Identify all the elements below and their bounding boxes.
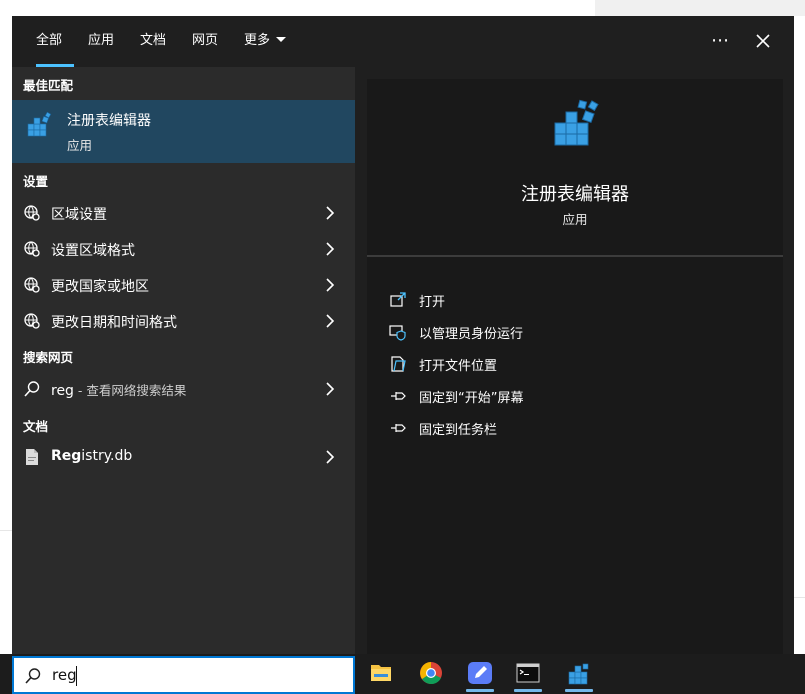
open-file-location-action[interactable]: 打开文件位置 bbox=[387, 352, 767, 376]
settings-item[interactable]: 更改国家或地区 bbox=[12, 268, 355, 302]
chevron-right-icon bbox=[326, 450, 335, 464]
taskbar-terminal[interactable] bbox=[511, 656, 545, 692]
best-match-type: 应用 bbox=[67, 138, 93, 153]
taskbar-file-explorer[interactable] bbox=[364, 656, 398, 692]
open-file-location-label: 打开文件位置 bbox=[419, 359, 498, 374]
registry-editor-icon bbox=[568, 663, 589, 685]
registry-editor-icon bbox=[554, 99, 599, 146]
settings-item-label: 更改国家或地区 bbox=[51, 279, 149, 295]
search-panel-header: 全部 应用 文档 网页 更多 ⋯ bbox=[12, 16, 794, 67]
notes-app-icon bbox=[468, 662, 492, 684]
settings-heading: 设置 bbox=[23, 174, 49, 189]
globe-settings-icon bbox=[24, 277, 40, 293]
folder-open-icon bbox=[391, 356, 406, 372]
taskbar-registry-editor[interactable] bbox=[562, 656, 596, 692]
taskbar-search-input[interactable]: reg bbox=[12, 656, 355, 694]
document-name-rest: istry.db bbox=[81, 448, 133, 464]
web-search-suffix: - 查看网络搜索结果 bbox=[73, 383, 187, 398]
globe-settings-icon bbox=[24, 241, 40, 257]
globe-settings-icon bbox=[24, 205, 40, 221]
registry-editor-icon bbox=[27, 112, 52, 137]
globe-settings-icon bbox=[24, 313, 40, 329]
chevron-right-icon bbox=[326, 314, 335, 328]
tab-documents[interactable]: 文档 bbox=[140, 30, 166, 52]
tab-more[interactable]: 更多 bbox=[244, 30, 287, 52]
search-icon bbox=[25, 668, 41, 684]
web-search-query: reg bbox=[51, 383, 74, 399]
open-action[interactable]: 打开 bbox=[387, 288, 767, 312]
results-list: 最佳匹配 注册表编辑器 应用 设置 区域设置 设置区域格式 更改国家或地区 更改… bbox=[12, 67, 355, 654]
details-app-type: 应用 bbox=[562, 212, 588, 227]
chevron-down-icon bbox=[276, 37, 287, 42]
tab-more-label: 更多 bbox=[244, 33, 271, 48]
settings-item-label: 设置区域格式 bbox=[51, 243, 135, 259]
document-name-match: Reg bbox=[51, 448, 82, 464]
open-icon bbox=[390, 292, 406, 307]
chrome-icon bbox=[420, 662, 442, 684]
terminal-icon bbox=[516, 663, 540, 683]
pin-to-taskbar-label: 固定到任务栏 bbox=[419, 423, 498, 438]
document-name: Registry.db bbox=[51, 448, 132, 464]
file-explorer-icon bbox=[371, 665, 391, 681]
running-indicator bbox=[466, 689, 494, 692]
running-indicator bbox=[514, 689, 542, 692]
web-search-item[interactable]: reg - 查看网络搜索结果 bbox=[12, 372, 355, 406]
web-search-label: reg - 查看网络搜索结果 bbox=[51, 380, 186, 399]
tab-apps[interactable]: 应用 bbox=[88, 30, 114, 52]
close-icon[interactable] bbox=[749, 28, 777, 54]
taskbar-chrome[interactable] bbox=[414, 656, 448, 692]
document-item[interactable]: Registry.db bbox=[12, 440, 355, 474]
file-icon bbox=[26, 449, 38, 465]
pin-to-start-action[interactable]: 固定到“开始”屏幕 bbox=[387, 384, 767, 408]
chevron-right-icon bbox=[326, 382, 335, 396]
settings-item[interactable]: 更改日期和时间格式 bbox=[12, 304, 355, 338]
chevron-right-icon bbox=[326, 242, 335, 256]
settings-item-label: 更改日期和时间格式 bbox=[51, 315, 177, 331]
pin-icon bbox=[391, 424, 406, 432]
search-panel: 全部 应用 文档 网页 更多 ⋯ 最佳匹配 注册表编辑器 应用 设置 区域设置 … bbox=[12, 16, 794, 654]
tab-all[interactable]: 全部 bbox=[36, 30, 62, 52]
chevron-right-icon bbox=[326, 278, 335, 292]
taskbar-notes-app[interactable] bbox=[463, 656, 497, 692]
background-page-strip bbox=[595, 0, 805, 16]
details-app-name: 注册表编辑器 bbox=[521, 184, 629, 205]
running-indicator bbox=[565, 689, 593, 692]
search-input-value: reg bbox=[52, 666, 77, 684]
pin-to-start-label: 固定到“开始”屏幕 bbox=[419, 391, 524, 406]
best-match-name: 注册表编辑器 bbox=[67, 113, 151, 129]
run-as-admin-label: 以管理员身份运行 bbox=[419, 327, 524, 342]
best-match-item[interactable]: 注册表编辑器 应用 bbox=[12, 100, 355, 163]
pin-to-taskbar-action[interactable]: 固定到任务栏 bbox=[387, 416, 767, 440]
open-action-label: 打开 bbox=[419, 295, 446, 310]
search-icon bbox=[24, 381, 40, 397]
web-search-heading: 搜索网页 bbox=[23, 350, 74, 365]
settings-item[interactable]: 区域设置 bbox=[12, 196, 355, 230]
run-as-admin-action[interactable]: 以管理员身份运行 bbox=[387, 320, 767, 344]
settings-item-label: 区域设置 bbox=[51, 207, 107, 223]
details-divider bbox=[367, 255, 783, 257]
pin-icon bbox=[391, 392, 406, 400]
settings-item[interactable]: 设置区域格式 bbox=[12, 232, 355, 266]
ellipsis-icon[interactable]: ⋯ bbox=[706, 28, 734, 54]
documents-heading: 文档 bbox=[23, 419, 49, 434]
best-match-heading: 最佳匹配 bbox=[23, 78, 74, 93]
shield-icon bbox=[389, 325, 406, 341]
details-pane: 注册表编辑器 应用 打开 以管理员身份运行 打开文件位置 固定到“开始”屏幕 固… bbox=[367, 79, 783, 654]
chevron-right-icon bbox=[326, 206, 335, 220]
tab-web[interactable]: 网页 bbox=[192, 30, 218, 52]
text-cursor bbox=[76, 666, 77, 686]
background-divider bbox=[0, 530, 12, 531]
